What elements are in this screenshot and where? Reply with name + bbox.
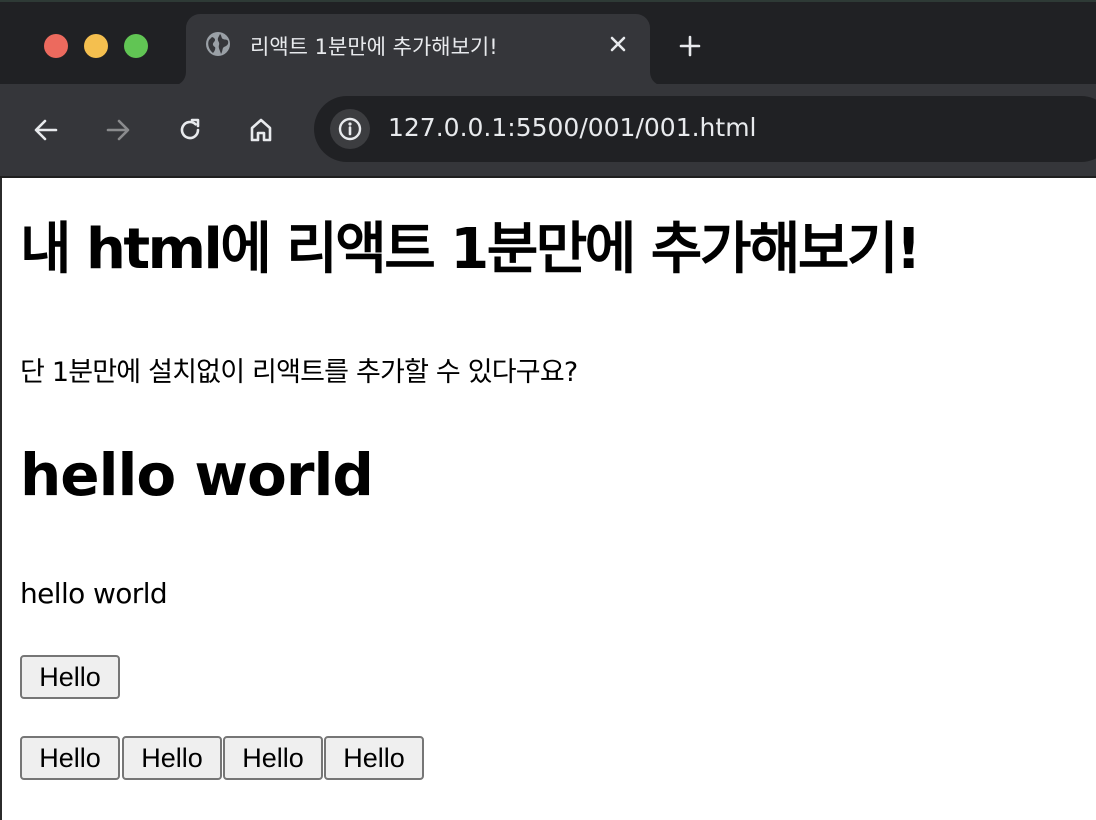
- back-arrow-icon[interactable]: [26, 110, 66, 150]
- forward-arrow-icon[interactable]: [98, 110, 138, 150]
- maximize-window-button[interactable]: [124, 34, 148, 58]
- page-description: 단 1분만에 설치없이 리액트를 추가할 수 있다구요?: [20, 357, 578, 388]
- close-window-button[interactable]: [44, 34, 68, 58]
- browser-toolbar: 127.0.0.1:5500/001/001.html: [0, 84, 1096, 176]
- active-tab[interactable]: 리액트 1분만에 추가해보기!: [186, 14, 650, 86]
- hello-button-1[interactable]: Hello: [20, 736, 120, 780]
- minimize-window-button[interactable]: [84, 34, 108, 58]
- browser-window: 리액트 1분만에 추가해보기! 127.0.0.1:5500/001/001.h…: [0, 0, 1096, 820]
- info-icon[interactable]: [330, 109, 370, 149]
- hello-button-3[interactable]: Hello: [223, 736, 323, 780]
- url-text[interactable]: 127.0.0.1:5500/001/001.html: [388, 113, 757, 142]
- hello-button-2[interactable]: Hello: [122, 736, 222, 780]
- tab-strip: 리액트 1분만에 추가해보기!: [0, 0, 1096, 86]
- hello-button[interactable]: Hello: [20, 655, 120, 699]
- globe-icon: [204, 30, 232, 58]
- home-icon[interactable]: [241, 110, 281, 150]
- tab-title: 리액트 1분만에 추가해보기!: [250, 35, 498, 59]
- address-bar[interactable]: 127.0.0.1:5500/001/001.html: [314, 96, 1096, 162]
- page-title: 내 html에 리액트 1분만에 추가해보기!: [20, 217, 921, 282]
- hello-heading: hello world: [20, 441, 374, 509]
- new-tab-icon[interactable]: [674, 30, 706, 62]
- hello-paragraph: hello world: [20, 577, 168, 610]
- page-viewport: 내 html에 리액트 1분만에 추가해보기! 단 1분만에 설치없이 리액트를…: [0, 178, 1096, 820]
- close-tab-icon[interactable]: [604, 30, 632, 58]
- hello-button-4[interactable]: Hello: [324, 736, 424, 780]
- reload-icon[interactable]: [170, 110, 210, 150]
